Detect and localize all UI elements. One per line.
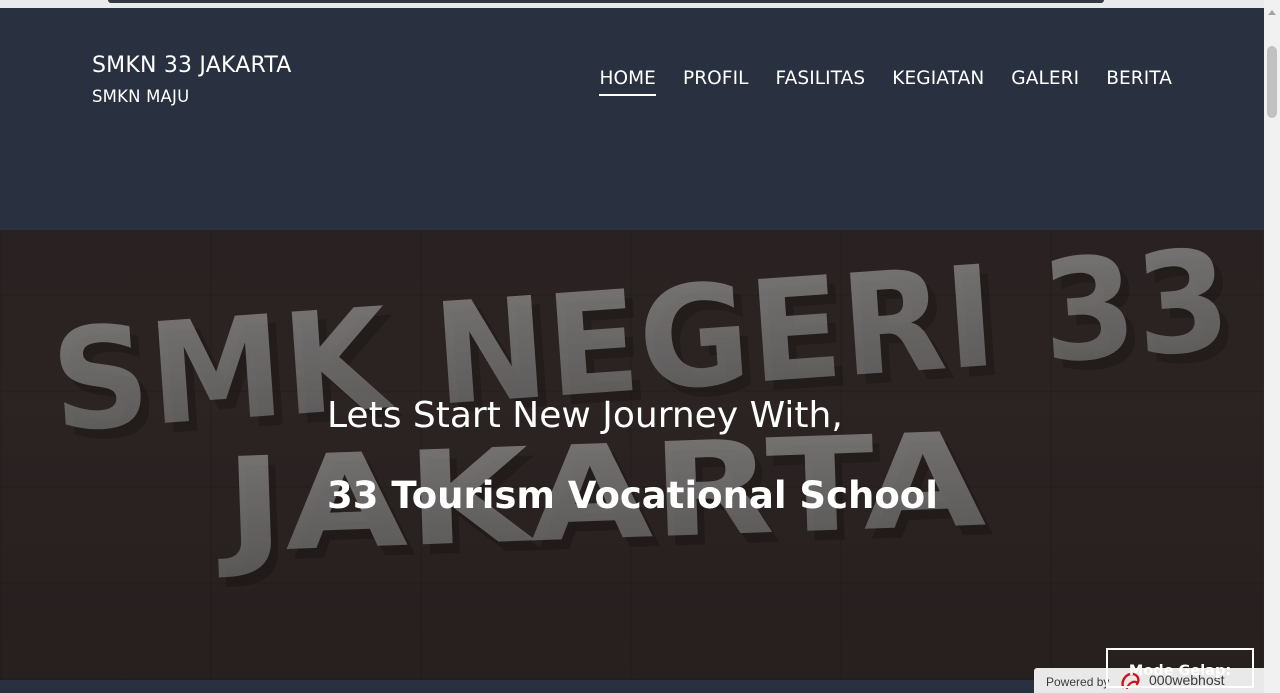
scrollbar-thumb[interactable]	[1267, 46, 1277, 118]
powered-by-label: Powered by	[1046, 675, 1110, 689]
dark-mode-toggle-button[interactable]: Mode Gelap: Aktif	[1106, 648, 1254, 688]
hero-banner: SMK NEGERI 33 SMK NEGERI 33 JAKARTA JAKA…	[0, 230, 1264, 680]
site-header: SMKN 33 JAKARTA SMKN MAJU HOME PROFIL FA…	[0, 8, 1264, 230]
scroll-up-arrow-icon[interactable]	[1268, 10, 1276, 15]
page-scrollbar[interactable]	[1264, 0, 1280, 693]
brand-subtitle: SMKN MAJU	[92, 87, 190, 106]
main-nav: HOME PROFIL FASILITAS KEGIATAN GALERI BE…	[572, 66, 1172, 96]
nav-item-home[interactable]: HOME	[599, 66, 656, 96]
hero-subheadline: 33 Tourism Vocational School	[327, 474, 938, 517]
hero-headline: Lets Start New Journey With,	[327, 395, 843, 436]
browser-viewport: SMKN 33 JAKARTA SMKN MAJU HOME PROFIL FA…	[0, 0, 1280, 693]
top-strip	[0, 0, 1264, 8]
nav-item-galeri[interactable]: GALERI	[1011, 66, 1079, 96]
hero-text: Lets Start New Journey With, 33 Tourism …	[327, 394, 938, 519]
brand[interactable]: SMKN 33 JAKARTA SMKN MAJU	[92, 52, 292, 108]
nav-item-fasilitas[interactable]: FASILITAS	[776, 66, 866, 96]
nav-item-kegiatan[interactable]: KEGIATAN	[892, 66, 984, 96]
brand-title[interactable]: SMKN 33 JAKARTA	[92, 52, 292, 80]
nav-item-profil[interactable]: PROFIL	[683, 66, 749, 96]
nav-item-berita[interactable]: BERITA	[1106, 66, 1172, 96]
top-strip-bar	[108, 0, 1104, 3]
